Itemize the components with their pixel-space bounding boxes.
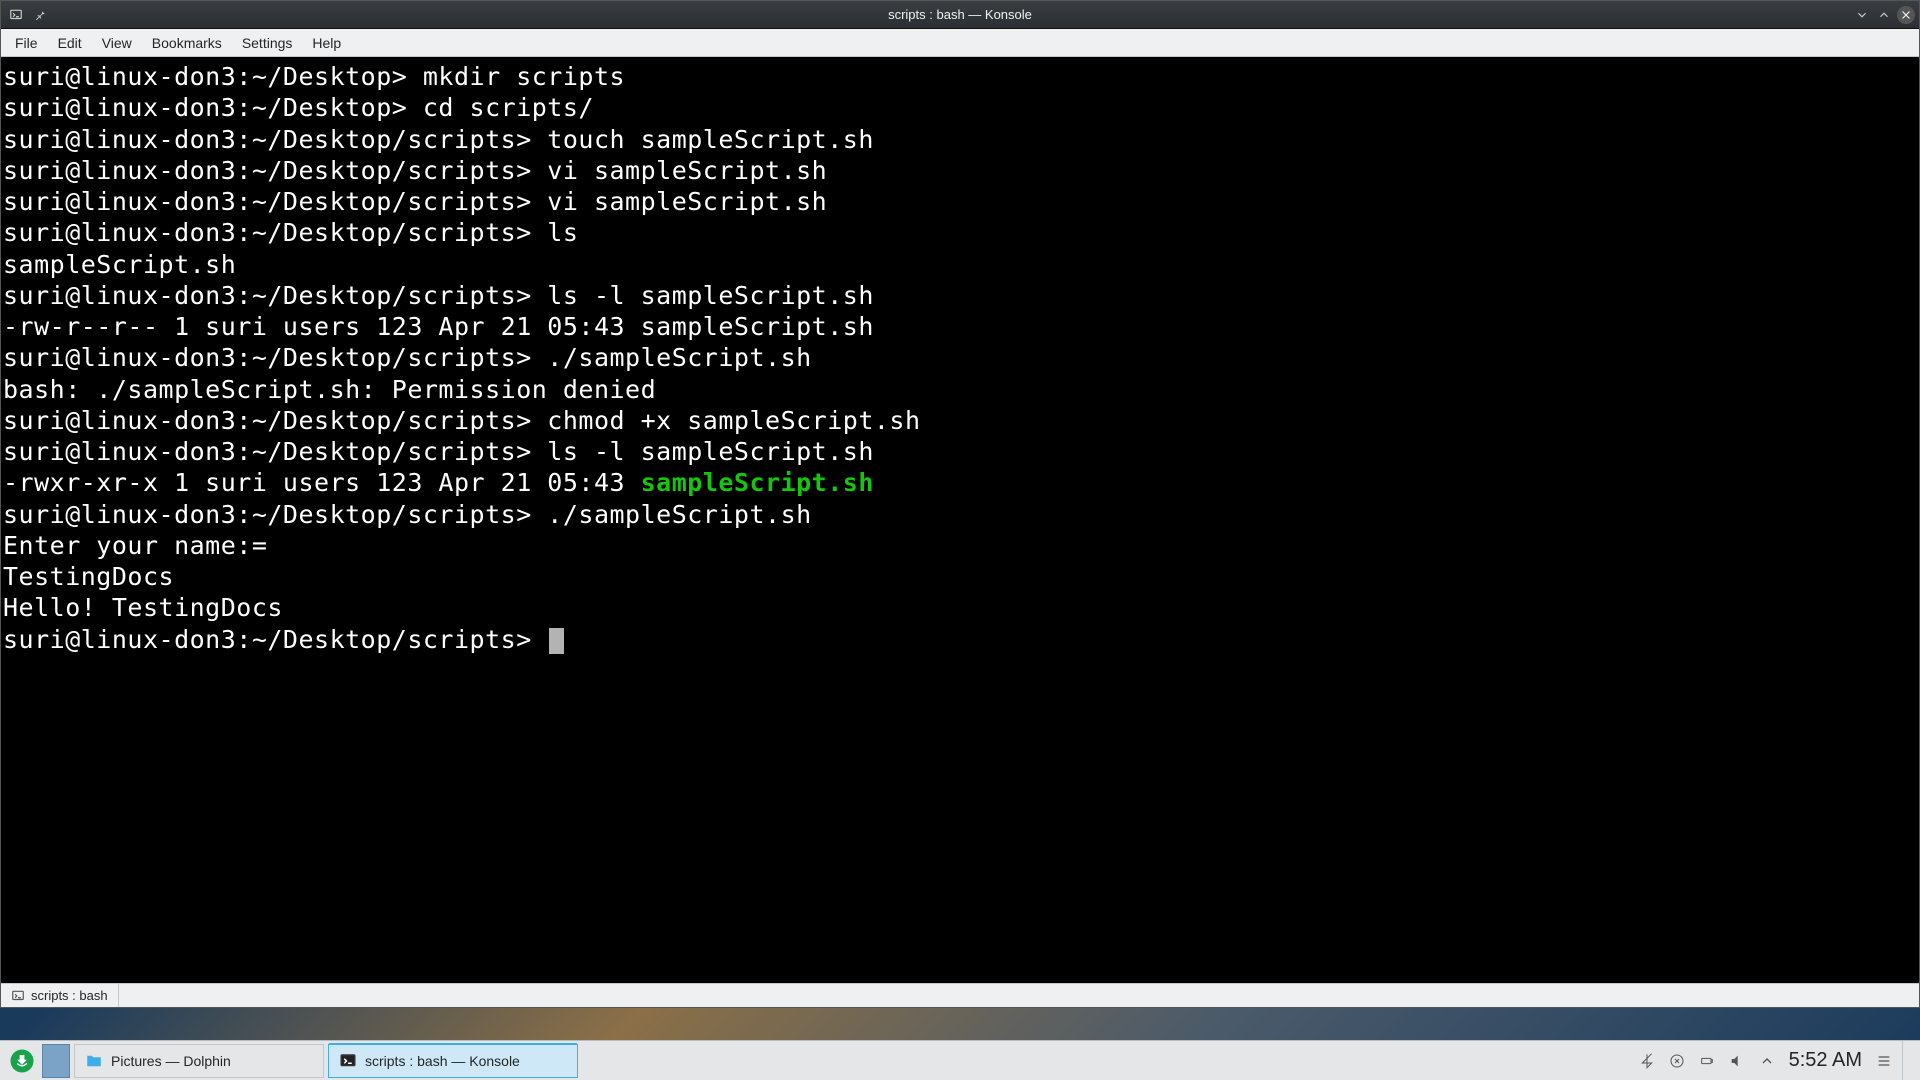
pin-icon[interactable] (31, 6, 49, 24)
terminal-line: suri@linux-don3:~/Desktop/scripts> vi sa… (3, 186, 1917, 217)
clock[interactable]: 5:52 AM (1789, 1049, 1862, 1072)
terminal-line: suri@linux-don3:~/Desktop/scripts> vi sa… (3, 155, 1917, 186)
terminal-line: suri@linux-don3:~/Desktop/scripts> ls (3, 217, 1917, 248)
executable-filename: sampleScript.sh (641, 468, 874, 497)
menu-view[interactable]: View (92, 31, 142, 55)
menu-help[interactable]: Help (302, 31, 351, 55)
terminal-line: suri@linux-don3:~/Desktop/scripts> ls -l… (3, 280, 1917, 311)
terminal-line: suri@linux-don3:~/Desktop> mkdir scripts (3, 61, 1917, 92)
terminal-line: -rwxr-xr-x 1 suri users 123 Apr 21 05:43… (3, 467, 1917, 498)
tray-expand-icon[interactable] (1759, 1053, 1775, 1069)
terminal-line: suri@linux-don3:~/Desktop> cd scripts/ (3, 92, 1917, 123)
terminal-line: bash: ./sampleScript.sh: Permission deni… (3, 374, 1917, 405)
terminal-line: TestingDocs (3, 561, 1917, 592)
terminal-icon (339, 1052, 357, 1070)
system-tray: 5:52 AM (1639, 1049, 1902, 1072)
task-folder[interactable]: Pictures — Dolphin (74, 1044, 324, 1078)
terminal-line: -rw-r--r-- 1 suri users 123 Apr 21 05:43… (3, 311, 1917, 342)
battery-icon[interactable] (1699, 1053, 1715, 1069)
menu-edit[interactable]: Edit (48, 31, 92, 55)
maximize-button[interactable] (1875, 6, 1893, 24)
close-button[interactable] (1897, 6, 1915, 24)
menu-file[interactable]: File (5, 31, 48, 55)
start-button[interactable] (4, 1043, 40, 1079)
taskbar: Pictures — Dolphin scripts : bash — Konso… (0, 1040, 1920, 1080)
task-label: scripts : bash — Konsole (365, 1053, 520, 1069)
titlebar: scripts : bash — Konsole (1, 1, 1919, 29)
konsole-window: scripts : bash — Konsole FileEditViewBoo… (0, 0, 1920, 1008)
terminal-line: Hello! TestingDocs (3, 592, 1917, 623)
bluetooth-icon[interactable] (1639, 1053, 1655, 1069)
terminal-line: suri@linux-don3:~/Desktop/scripts> touch… (3, 124, 1917, 155)
terminal-tab[interactable]: scripts : bash (1, 984, 119, 1007)
task-label: Pictures — Dolphin (111, 1053, 231, 1069)
tab-label: scripts : bash (31, 988, 108, 1003)
show-desktop-button[interactable] (1902, 1041, 1920, 1080)
app-icon (7, 6, 25, 24)
folder-icon (85, 1052, 103, 1070)
terminal-line: suri@linux-don3:~/Desktop/scripts> ./sam… (3, 342, 1917, 373)
minimize-button[interactable] (1853, 6, 1871, 24)
terminal-line: suri@linux-don3:~/Desktop/scripts> chmod… (3, 405, 1917, 436)
menu-settings[interactable]: Settings (232, 31, 303, 55)
terminal-output[interactable]: suri@linux-don3:~/Desktop> mkdir scripts… (1, 57, 1919, 983)
terminal-icon (11, 989, 25, 1003)
terminal-line: sampleScript.sh (3, 249, 1917, 280)
menu-bookmarks[interactable]: Bookmarks (142, 31, 232, 55)
quick-launch-desktop[interactable] (42, 1044, 70, 1078)
menubar: FileEditViewBookmarksSettingsHelp (1, 29, 1919, 57)
task-terminal[interactable]: scripts : bash — Konsole (328, 1044, 578, 1078)
terminal-line: Enter your name:= (3, 530, 1917, 561)
terminal-cursor (549, 628, 564, 654)
terminal-line: suri@linux-don3:~/Desktop/scripts> ls -l… (3, 436, 1917, 467)
clipboard-icon[interactable] (1669, 1053, 1685, 1069)
panel-options-icon[interactable] (1876, 1053, 1892, 1069)
window-title: scripts : bash — Konsole (1, 7, 1919, 22)
terminal-line: suri@linux-don3:~/Desktop/scripts> ./sam… (3, 499, 1917, 530)
terminal-line: suri@linux-don3:~/Desktop/scripts> (3, 624, 1917, 655)
volume-icon[interactable] (1729, 1053, 1745, 1069)
tab-bar: scripts : bash (1, 983, 1919, 1007)
start-icon (10, 1049, 34, 1073)
